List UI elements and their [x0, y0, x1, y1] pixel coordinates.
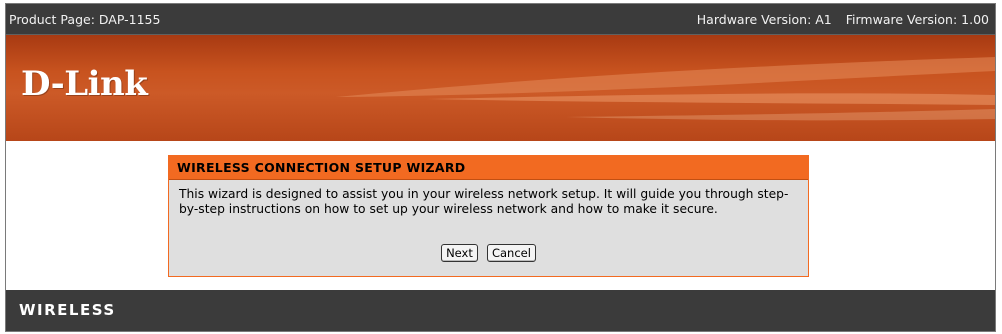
top-info-bar: Product Page: DAP-1155 Hardware Version:…: [6, 4, 995, 35]
wireless-footer-label: WIRELESS: [19, 301, 116, 319]
wizard-title: WIRELESS CONNECTION SETUP WIZARD: [169, 156, 808, 180]
version-info: Hardware Version: A1 Firmware Version: 1…: [697, 12, 989, 27]
product-page-text: Product Page: DAP-1155: [9, 11, 161, 27]
hardware-version-text: Hardware Version: A1: [696, 11, 832, 27]
footer-bar: WIRELESS: [6, 290, 995, 331]
dlink-logo: D-Link: [21, 64, 148, 104]
firmware-version-text: Firmware Version: 1.00: [845, 11, 989, 27]
wizard-description: This wizard is designed to assist you in…: [179, 187, 789, 216]
router-admin-page: Product Page: DAP-1155 Hardware Version:…: [5, 3, 996, 332]
wizard-panel: WIRELESS CONNECTION SETUP WIZARD This wi…: [168, 155, 809, 277]
wizard-buttons: Next Cancel: [169, 242, 808, 262]
banner-swoosh-graphic: [336, 57, 995, 121]
main-content: WIRELESS CONNECTION SETUP WIZARD This wi…: [6, 141, 995, 290]
brand-banner: D-Link: [6, 35, 995, 141]
cancel-button[interactable]: Cancel: [486, 244, 536, 262]
next-button[interactable]: Next: [441, 244, 478, 262]
